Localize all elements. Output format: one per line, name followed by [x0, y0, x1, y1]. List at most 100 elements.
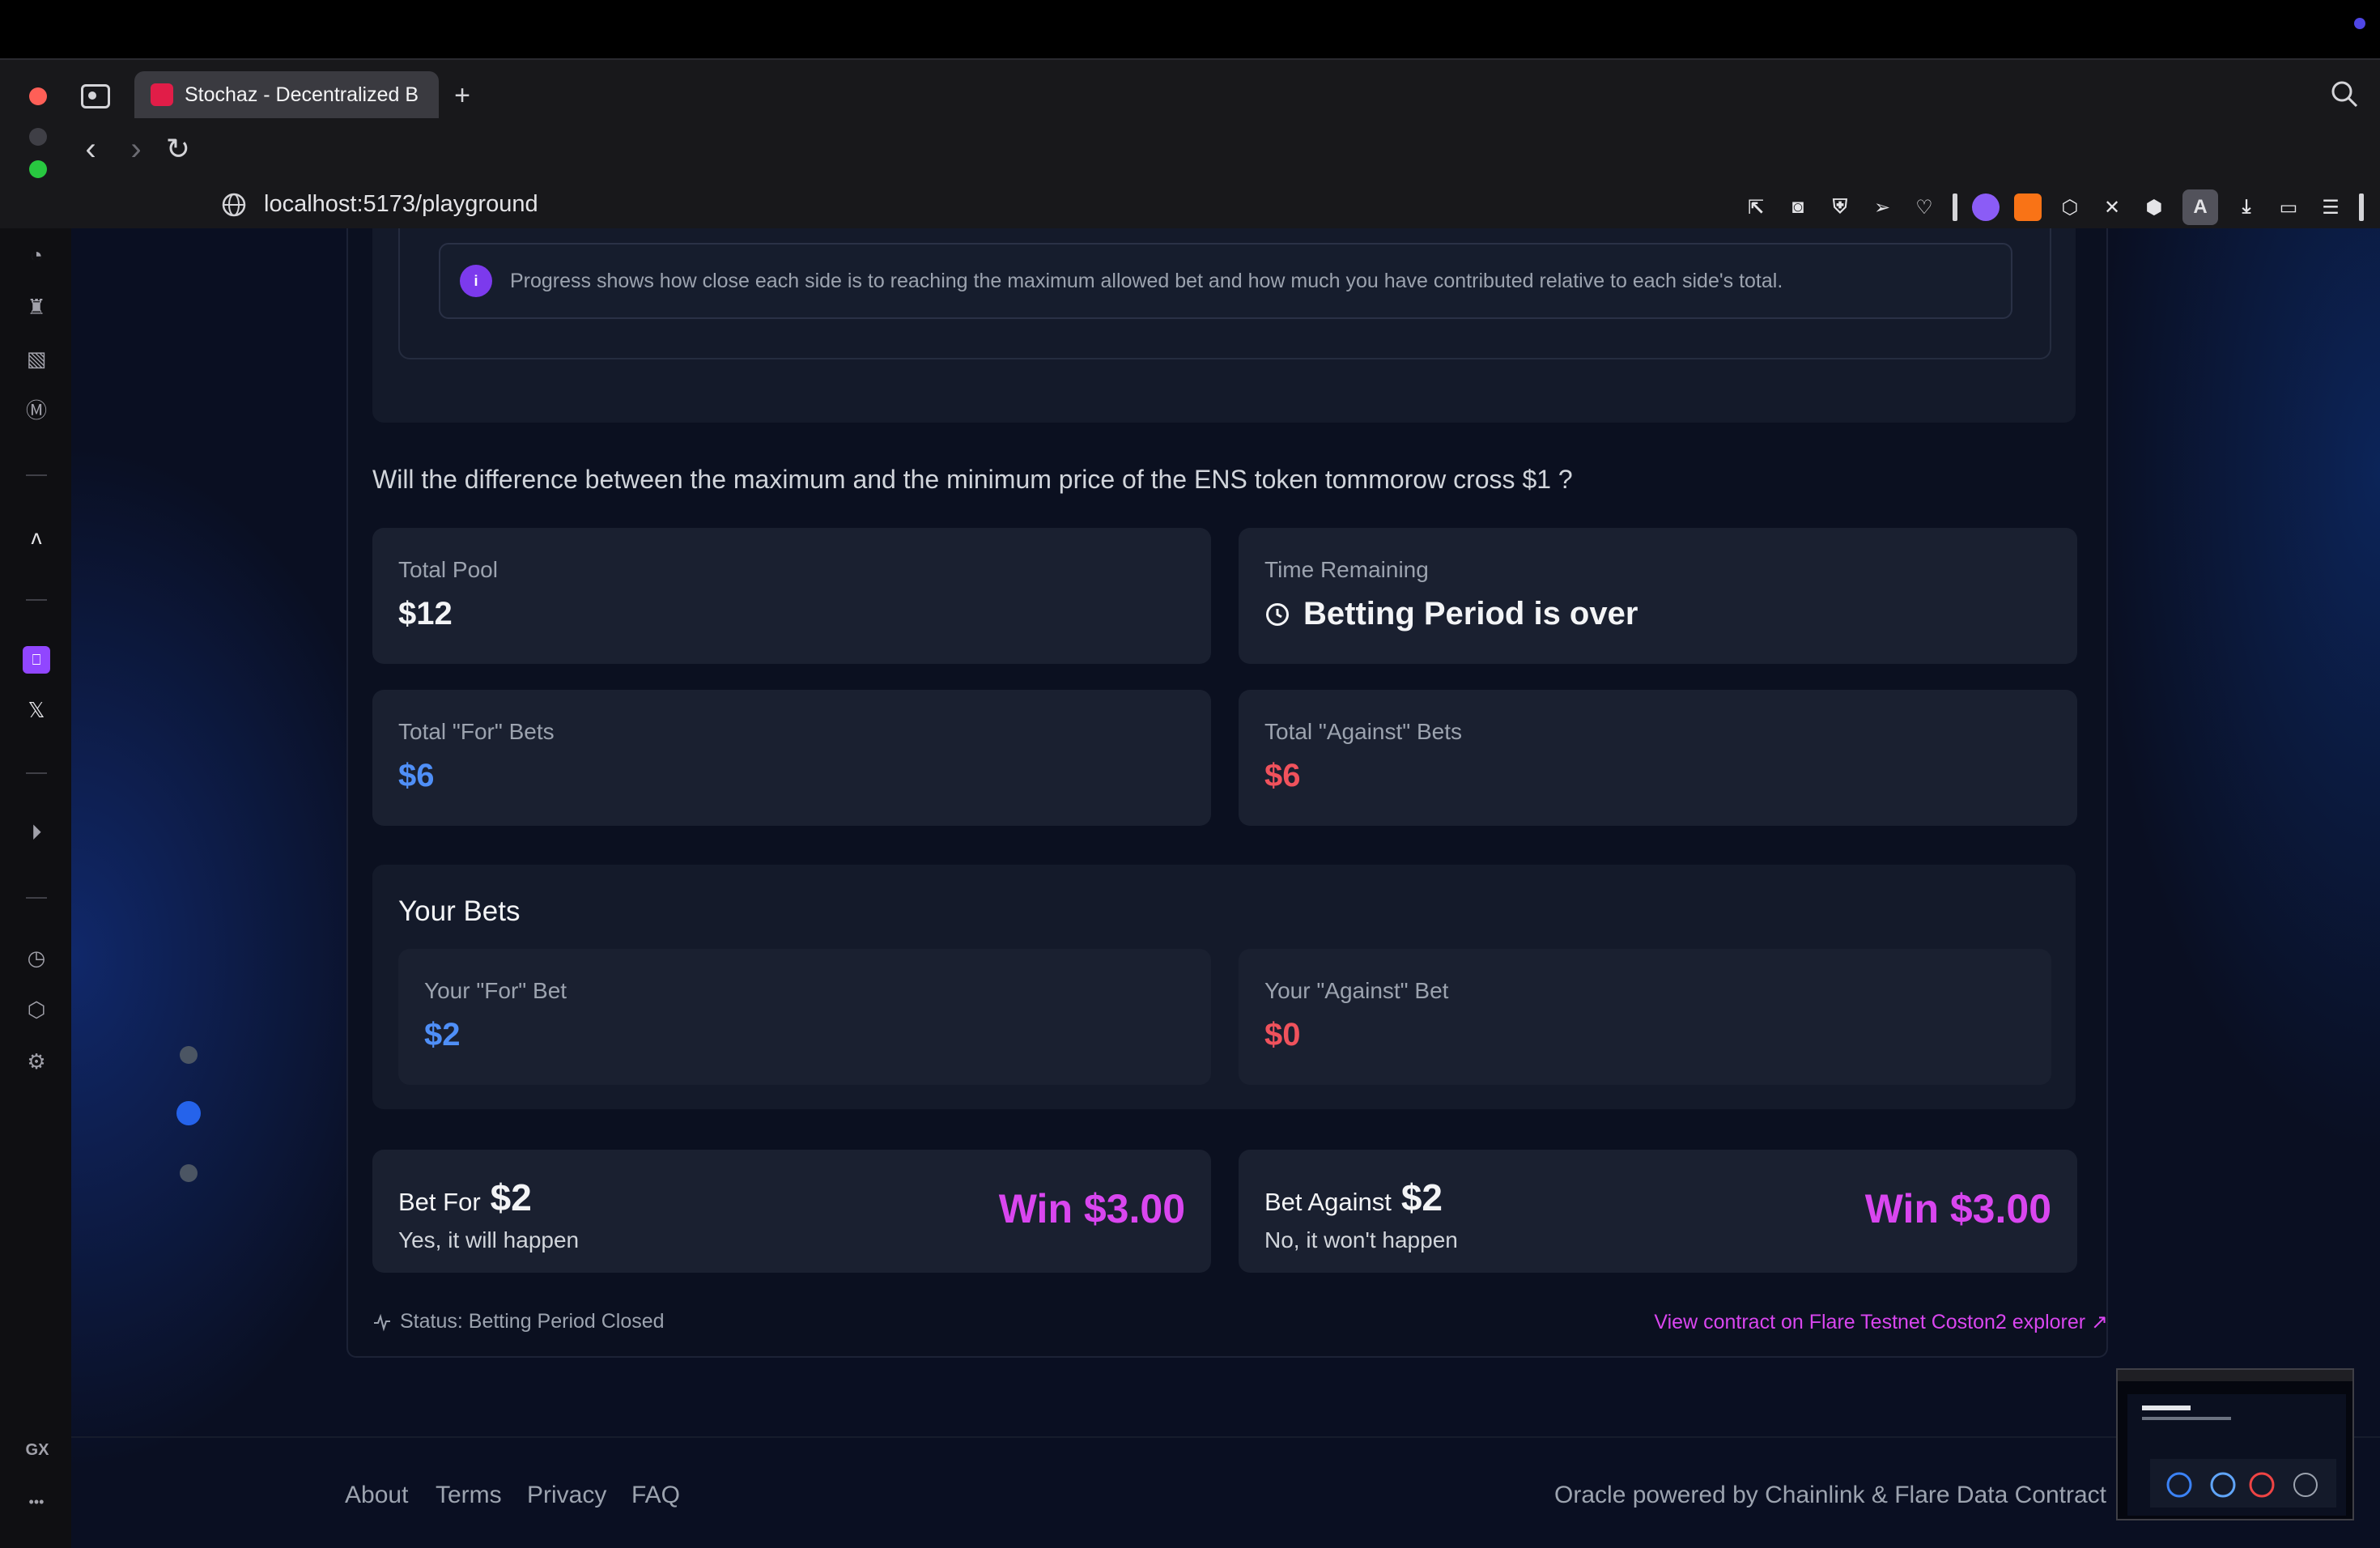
tab-islands-icon[interactable] — [81, 84, 110, 108]
your-for-bet-label: Your "For" Bet — [424, 978, 567, 1003]
speed-dial-icon[interactable]: ◔ — [23, 241, 50, 269]
activity-icon — [374, 1313, 390, 1331]
sidebar-toggle-icon[interactable] — [2359, 194, 2364, 221]
player-icon[interactable]: ▧ — [23, 345, 50, 372]
your-bets-title: Your Bets — [398, 895, 521, 927]
page-dot-active[interactable] — [176, 1101, 201, 1125]
menu-list-icon[interactable]: ☰ — [2317, 194, 2344, 221]
total-pool-card: Total Pool $12 — [372, 528, 1211, 664]
gx-sidebar: ◔ ♜ ▧ Ⓜ ʌ ⎕ 𝕏 ⏵ ◷ ⬡ ⚙ GX ••• — [0, 228, 71, 1548]
footer-link-privacy[interactable]: Privacy — [527, 1482, 606, 1509]
send-icon[interactable]: ➢ — [1868, 194, 1896, 221]
back-button[interactable]: ‹ — [74, 133, 107, 167]
progress-info-text: Progress shows how close each side is to… — [510, 269, 1783, 292]
your-against-bet-value: $0 — [1264, 1017, 1301, 1053]
total-for-card: Total "For" Bets $6 — [372, 690, 1211, 826]
metamask-fox-icon[interactable] — [2014, 194, 2042, 221]
your-for-bet-card: Your "For" Bet $2 — [398, 949, 1211, 1085]
battery-icon[interactable]: ▭ — [2275, 194, 2302, 221]
footer-link-faq[interactable]: FAQ — [631, 1482, 680, 1509]
total-for-label: Total "For" Bets — [398, 719, 555, 744]
share-icon[interactable]: ⇱ — [1742, 194, 1770, 221]
settings-gear-icon[interactable]: ⚙ — [23, 1048, 50, 1075]
time-remaining-card: Time Remaining Betting Period is over — [1239, 528, 2077, 664]
reload-button[interactable]: ↻ — [162, 134, 194, 167]
close-window-button[interactable] — [29, 87, 47, 105]
new-tab-button[interactable]: + — [447, 81, 478, 112]
cube-extension-icon[interactable]: ⬡ — [2056, 194, 2084, 221]
screen-preview-thumbnail[interactable] — [2116, 1368, 2354, 1520]
your-bets-card: Your Bets Your "For" Bet $2 Your "Agains… — [372, 865, 2076, 1109]
profile-avatar[interactable]: A — [2182, 189, 2218, 225]
gx-logo[interactable]: GX — [21, 1436, 53, 1464]
page-viewport: i Progress shows how close each side is … — [71, 228, 2380, 1548]
tab-title: Stochaz - Decentralized B — [185, 83, 419, 106]
preview-image — [2118, 1370, 2352, 1516]
bet-against-subtitle: No, it won't happen — [1264, 1227, 1458, 1252]
betting-status: Status: Betting Period Closed — [372, 1310, 665, 1333]
info-icon: i — [460, 265, 492, 297]
bet-against-button[interactable]: Bet Against $2 No, it won't happen Win $… — [1239, 1150, 2077, 1273]
site-footer: About Terms Privacy FAQ Oracle powered b… — [71, 1436, 2380, 1548]
oracle-credit: Oracle powered by Chainlink & Flare Data… — [1554, 1482, 2106, 1508]
bet-for-win-amount: Win $3.00 — [998, 1186, 1185, 1231]
bet-for-subtitle: Yes, it will happen — [398, 1227, 580, 1252]
heart-icon[interactable]: ♡ — [1910, 194, 1938, 221]
total-against-card: Total "Against" Bets $6 — [1239, 690, 2077, 826]
divider-icon — [1953, 194, 1957, 221]
forward-button[interactable]: › — [120, 133, 152, 167]
minimize-window-button[interactable] — [29, 128, 47, 146]
site-info-globe-icon[interactable] — [220, 191, 248, 219]
x-extension-icon[interactable]: ✕ — [2098, 194, 2126, 221]
sidebar-divider — [26, 897, 47, 899]
total-against-label: Total "Against" Bets — [1264, 719, 1463, 744]
aria-icon[interactable]: ʌ — [23, 523, 50, 551]
total-against-value: $6 — [1264, 758, 1301, 793]
maximize-window-button[interactable] — [29, 160, 47, 178]
gx-corner-icon[interactable]: ♜ — [23, 293, 50, 321]
ghost-extension-icon[interactable] — [1972, 194, 2000, 221]
browser-tab-active[interactable]: Stochaz - Decentralized B — [134, 71, 439, 118]
your-against-bet-label: Your "Against" Bet — [1264, 978, 1449, 1003]
sidebar-divider — [26, 599, 47, 601]
bet-against-win-amount: Win $3.00 — [1864, 1186, 2051, 1231]
extensions-cube-icon[interactable]: ⬡ — [23, 996, 50, 1023]
bet-for-amount: $2 — [490, 1176, 532, 1218]
sidebar-divider — [26, 474, 47, 476]
system-menu-bar — [0, 0, 2380, 58]
clock-icon — [1266, 602, 1289, 626]
search-tabs-icon[interactable] — [2328, 78, 2361, 110]
shield-icon[interactable]: ⛨ — [1826, 194, 1854, 221]
sidebar-more-button[interactable]: ••• — [23, 1488, 50, 1516]
bet-against-amount: $2 — [1400, 1176, 1443, 1218]
time-remaining-text: Betting Period is over — [1303, 596, 1638, 632]
total-pool-label: Total Pool — [398, 557, 498, 582]
page-dot[interactable] — [180, 1164, 198, 1182]
extensions-toolbar: ⇱ ◙ ⛨ ➢ ♡ ⬡ ✕ ⬢ A ⤓ ▭ ☰ — [1742, 189, 2364, 225]
twitch-icon[interactable]: ⎕ — [23, 646, 50, 674]
package-icon[interactable]: ⬢ — [2140, 194, 2168, 221]
your-against-bet-card: Your "Against" Bet $0 — [1239, 949, 2051, 1085]
browser-chrome: Stochaz - Decentralized B + ‹ › ↻ localh… — [0, 58, 2380, 271]
time-remaining-value: Betting Period is over — [1264, 596, 1638, 632]
bet-against-title: Bet Against $2 — [1264, 1176, 1443, 1219]
footer-link-about[interactable]: About — [345, 1482, 408, 1509]
x-twitter-icon[interactable]: 𝕏 — [23, 696, 50, 724]
dice-favicon-icon — [151, 83, 173, 106]
explorer-link[interactable]: View contract on Flare Testnet Coston2 e… — [1654, 1310, 2108, 1334]
progress-info-note: i Progress shows how close each side is … — [439, 243, 2012, 319]
status-dot-icon — [2354, 18, 2365, 29]
total-for-value: $6 — [398, 758, 435, 793]
download-icon[interactable]: ⤓ — [2233, 194, 2260, 221]
bet-for-title: Bet For $2 — [398, 1176, 532, 1219]
bet-for-button[interactable]: Bet For $2 Yes, it will happen Win $3.00 — [372, 1150, 1211, 1273]
history-clock-icon[interactable]: ◷ — [23, 944, 50, 972]
play-circle-icon[interactable]: ⏵ — [23, 819, 50, 847]
footer-link-terms[interactable]: Terms — [436, 1482, 502, 1509]
camera-icon[interactable]: ◙ — [1784, 194, 1812, 221]
address-bar[interactable]: localhost:5173/playground — [264, 191, 538, 218]
time-remaining-label: Time Remaining — [1264, 557, 1429, 582]
mod-icon[interactable]: Ⓜ — [23, 395, 50, 423]
page-dot[interactable] — [180, 1046, 198, 1064]
bet-against-prefix: Bet Against — [1264, 1188, 1392, 1216]
